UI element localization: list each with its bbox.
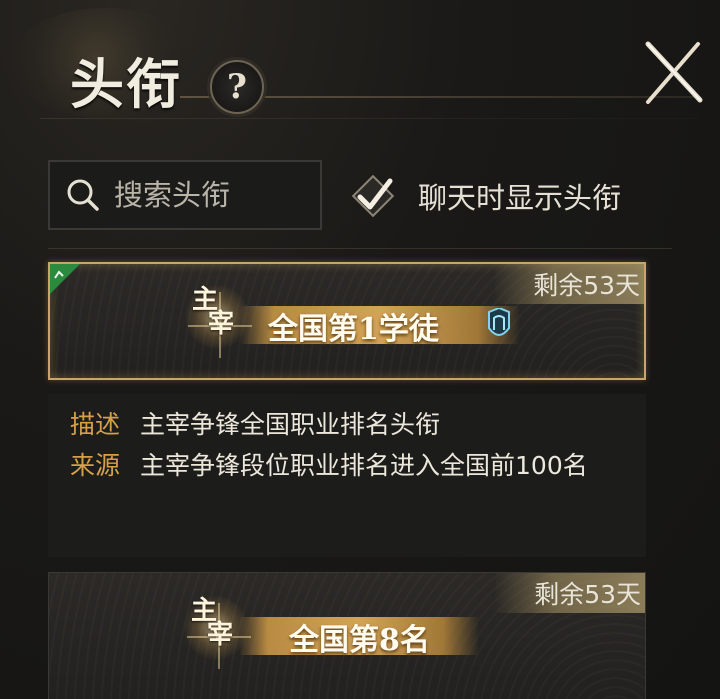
- title-banner: 主 宰 全国第8名: [179, 595, 479, 669]
- title-name: 全国第1学徒: [268, 312, 439, 347]
- detail-source-row: 来源 主宰争锋段位职业排名进入全国前100名: [70, 449, 624, 482]
- remaining-days-badge: 剩余53天: [494, 573, 645, 613]
- show-title-in-chat-label: 聊天时显示头衔: [418, 181, 622, 215]
- rank-badge-icon: [488, 308, 510, 336]
- page-title: 头衔: [70, 52, 182, 116]
- source-value: 主宰争锋段位职业排名进入全国前100名: [140, 451, 588, 480]
- title-name: 全国第8名: [289, 623, 430, 658]
- title-banner: 主 宰 全国第1学徒: [180, 284, 520, 358]
- search-icon: [67, 179, 99, 211]
- check-icon[interactable]: [350, 173, 396, 219]
- description-value: 主宰争锋全国职业排名头衔: [140, 410, 441, 439]
- title-detail-panel: 描述 主宰争锋全国职业排名头衔 来源 主宰争锋段位职业排名进入全国前100名: [48, 394, 646, 557]
- title-card[interactable]: 剩余53天 主 宰 全国第8名: [48, 572, 646, 699]
- search-input[interactable]: [112, 177, 316, 213]
- emblem-char-2: 宰: [207, 620, 234, 650]
- title-card[interactable]: 剩余53天 主 宰 全国第1学徒: [48, 262, 646, 380]
- help-button[interactable]: ?: [210, 60, 264, 114]
- emblem-char-2: 宰: [208, 309, 235, 339]
- close-button[interactable]: [640, 40, 706, 106]
- title-emblem: 主 宰: [180, 284, 254, 362]
- question-icon: ?: [227, 67, 247, 107]
- show-title-in-chat-toggle[interactable]: 聊天时显示头衔: [350, 168, 621, 224]
- description-label: 描述: [70, 410, 121, 439]
- source-label: 来源: [70, 451, 121, 480]
- close-icon: [645, 41, 703, 104]
- section-divider: [48, 248, 672, 249]
- title-emblem: 主 宰: [179, 595, 253, 673]
- equipped-tag-icon: [50, 264, 80, 294]
- search-box[interactable]: [48, 160, 322, 230]
- detail-description-row: 描述 主宰争锋全国职业排名头衔: [70, 408, 624, 441]
